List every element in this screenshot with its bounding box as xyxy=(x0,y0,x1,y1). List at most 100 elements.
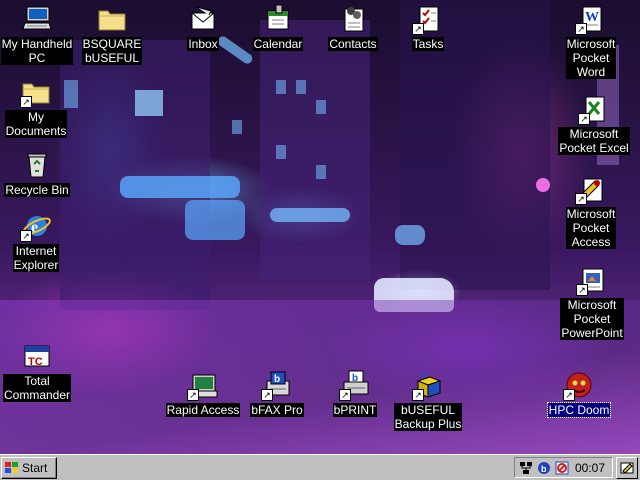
wallpaper-neon-sign xyxy=(395,225,425,245)
desktop-icon-pocket-powerpoint[interactable]: ↗ Microsoft Pocket PowerPoint xyxy=(556,264,628,340)
buseful-backup-icon: b ↗ xyxy=(412,369,444,401)
start-label: Start xyxy=(22,461,48,475)
internet-explorer-icon: e ↗ xyxy=(20,210,52,242)
calendar-icon xyxy=(262,3,294,35)
shortcut-arrow-icon: ↗ xyxy=(575,193,587,205)
desktop-icon-inbox[interactable]: Inbox xyxy=(178,3,228,51)
desktop-icon-bprint[interactable]: b ↗ bPRINT xyxy=(330,369,380,417)
wallpaper-window xyxy=(276,145,286,159)
recycle-bin-icon xyxy=(21,149,53,181)
pocket-word-icon: W ↗ xyxy=(575,3,607,35)
rapid-access-icon: ↗ xyxy=(187,369,219,401)
bsquare-tray-icon[interactable]: b xyxy=(537,461,551,475)
total-commander-icon: TC xyxy=(21,340,53,372)
desktop-icon-recycle-bin[interactable]: Recycle Bin xyxy=(0,149,74,197)
handheld-pc-icon xyxy=(21,3,53,35)
shortcut-arrow-icon: ↗ xyxy=(578,113,590,125)
inbox-icon xyxy=(187,3,219,35)
show-desktop-button[interactable] xyxy=(616,457,638,479)
desktop-icon-label: bPRINT xyxy=(332,403,378,417)
wallpaper-window xyxy=(296,80,306,94)
bprint-icon: b ↗ xyxy=(339,369,371,401)
desktop-icon-hpc-doom[interactable]: ↗ HPC Doom xyxy=(546,369,612,418)
system-tray: b 00:07 xyxy=(514,457,613,478)
desktop-icon-label: Calendar xyxy=(252,37,304,51)
contacts-icon xyxy=(337,3,369,35)
desktop-icon-total-commander[interactable]: TC Total Commander xyxy=(2,340,72,402)
desktop-icon-label: bUSEFUL Backup Plus xyxy=(393,403,463,431)
svg-text:b: b xyxy=(541,464,547,474)
shortcut-arrow-icon: ↗ xyxy=(412,389,424,401)
desktop-icon-label: BSQUARE bUSEFUL xyxy=(81,37,143,65)
desktop-icon-my-documents[interactable]: ↗ My Documents xyxy=(0,76,72,138)
pocket-excel-icon: ↗ xyxy=(578,93,610,125)
desktop-icon-label: Microsoft Pocket Excel xyxy=(558,127,630,155)
desktop-icon-label: My Handheld PC xyxy=(0,37,74,65)
desktop[interactable]: My Handheld PC BSQUARE bUSEFUL Inbox Cal… xyxy=(0,0,640,454)
desktop-icon-label: bFAX Pro xyxy=(250,403,304,417)
desktop-icon-rapid-access[interactable]: ↗ Rapid Access xyxy=(164,369,242,417)
svg-text:b: b xyxy=(421,370,427,380)
desktop-icon-buseful-backup-plus[interactable]: b ↗ bUSEFUL Backup Plus xyxy=(392,369,464,431)
desktop-icon-internet-explorer[interactable]: e ↗ Internet Explorer xyxy=(4,210,68,272)
desktop-icon-my-handheld-pc[interactable]: My Handheld PC xyxy=(0,3,74,65)
svg-text:b: b xyxy=(274,374,280,385)
desktop-icon-label: Contacts xyxy=(328,37,378,51)
start-button[interactable]: Start xyxy=(1,457,57,479)
wallpaper-window xyxy=(316,100,326,114)
pocket-access-icon: ↗ xyxy=(575,173,607,205)
desktop-icon-tasks[interactable]: ↗ Tasks xyxy=(402,3,454,51)
shortcut-arrow-icon: ↗ xyxy=(261,389,273,401)
shortcut-arrow-icon: ↗ xyxy=(412,23,424,35)
desktop-icon-pocket-word[interactable]: W ↗ Microsoft Pocket Word xyxy=(558,3,624,79)
wallpaper-neon-sign xyxy=(270,208,350,222)
desktop-icon-label: Microsoft Pocket PowerPoint xyxy=(560,298,624,340)
wallpaper-window xyxy=(316,165,326,179)
shortcut-arrow-icon: ↗ xyxy=(576,284,588,296)
pocket-powerpoint-icon: ↗ xyxy=(576,264,608,296)
desktop-icon-label: Inbox xyxy=(187,37,219,51)
wallpaper-lamp xyxy=(536,178,550,192)
desktop-icon-pocket-access[interactable]: ↗ Microsoft Pocket Access xyxy=(558,173,624,249)
desktop-icon-contacts[interactable]: Contacts xyxy=(323,3,383,51)
stop-icon[interactable] xyxy=(555,461,569,475)
desktop-icon-pocket-excel[interactable]: ↗ Microsoft Pocket Excel xyxy=(556,93,632,155)
windows-logo-icon xyxy=(5,462,18,473)
shortcut-arrow-icon: ↗ xyxy=(187,389,199,401)
desktop-icon-label: My Documents xyxy=(4,110,68,138)
desktop-icon-label: Microsoft Pocket Access xyxy=(565,207,617,249)
wallpaper-building-left xyxy=(60,40,210,310)
show-desktop-icon xyxy=(620,462,634,474)
bfax-pro-icon: b ↗ xyxy=(261,369,293,401)
desktop-icon-bfax-pro[interactable]: b ↗ bFAX Pro xyxy=(248,369,306,417)
desktop-icon-label: Tasks xyxy=(411,37,445,51)
desktop-icon-label: Rapid Access xyxy=(165,403,241,417)
svg-text:TC: TC xyxy=(28,356,43,368)
desktop-icon-label: Internet Explorer xyxy=(12,244,60,272)
folder-icon: ↗ xyxy=(20,76,52,108)
folder-icon xyxy=(96,3,128,35)
desktop-icon-bsquare-buseful[interactable]: BSQUARE bUSEFUL xyxy=(80,3,144,65)
wallpaper-window xyxy=(232,120,242,134)
shortcut-arrow-icon: ↗ xyxy=(575,23,587,35)
desktop-icon-label: HPC Doom xyxy=(546,402,612,418)
desktop-icon-calendar[interactable]: Calendar xyxy=(248,3,308,51)
desktop-icon-label: Total Commander xyxy=(2,374,72,402)
wallpaper-window xyxy=(135,90,163,116)
wallpaper-window xyxy=(276,80,286,94)
shortcut-arrow-icon: ↗ xyxy=(20,96,32,108)
desktop-icon-label: Recycle Bin xyxy=(4,183,70,197)
desktop-icon-label: Microsoft Pocket Word xyxy=(565,37,617,79)
taskbar: Start b 00:07 xyxy=(0,454,640,480)
network-icon[interactable] xyxy=(519,461,533,475)
shortcut-arrow-icon: ↗ xyxy=(563,389,575,401)
tasks-icon: ↗ xyxy=(412,3,444,35)
hpc-doom-icon: ↗ xyxy=(563,369,595,401)
wallpaper-street xyxy=(0,300,640,454)
wallpaper-neon-sign xyxy=(120,176,240,198)
shortcut-arrow-icon: ↗ xyxy=(339,389,351,401)
shortcut-arrow-icon: ↗ xyxy=(20,230,32,242)
clock[interactable]: 00:07 xyxy=(575,461,605,475)
svg-text:W: W xyxy=(585,10,599,25)
wallpaper-neon-sign xyxy=(185,200,245,240)
